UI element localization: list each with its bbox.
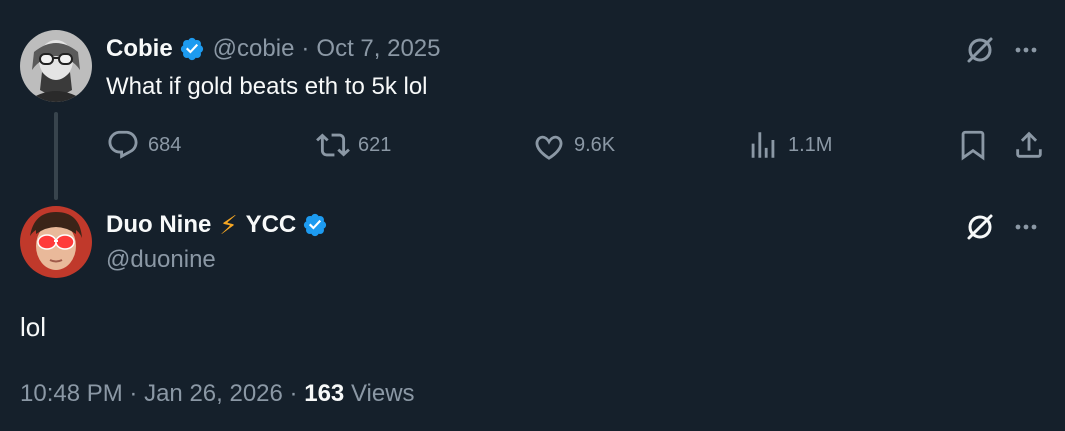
reply-tweet-header: Duo Nine ⚡ YCC [106, 209, 336, 241]
reply-tweet-top-actions [964, 211, 1042, 243]
reply-author-name[interactable]: Duo Nine [106, 211, 211, 239]
lightning-emoji: ⚡ [219, 209, 238, 240]
more-icon[interactable] [1010, 211, 1042, 243]
grok-icon[interactable] [964, 211, 996, 243]
avatar-cobie[interactable] [20, 30, 92, 102]
reply-icon [108, 130, 138, 159]
parent-tweet-header: Cobie @cobie · Oct 7, 2025 [106, 33, 441, 65]
tweet-thread: Cobie @cobie · Oct 7, 2025 What if gold … [0, 0, 1065, 431]
reply-button[interactable]: 684 [106, 128, 181, 162]
separator-dot: · [301, 35, 310, 62]
bookmark-button[interactable] [956, 128, 998, 162]
author-handle[interactable]: @cobie [213, 35, 295, 63]
thread-connector-line [54, 112, 58, 200]
parent-tweet-action-bar: 684 621 9.6K 1.1M [106, 128, 1046, 168]
reply-count: 684 [148, 133, 182, 156]
bookmark-icon [961, 130, 985, 161]
more-icon[interactable] [1010, 34, 1042, 66]
reply-author-handle[interactable]: @duonine [106, 246, 216, 274]
separator-dot: · [129, 380, 138, 407]
views-label: Views [350, 380, 415, 407]
like-count: 9.6K [574, 133, 616, 156]
tweet-date[interactable]: Jan 26, 2026 [144, 380, 283, 407]
repost-icon [316, 133, 350, 157]
grok-icon[interactable] [964, 34, 996, 66]
parent-tweet-top-actions [964, 34, 1042, 66]
avatar-duonine[interactable] [20, 206, 92, 278]
reply-author-name-suffix[interactable]: YCC [246, 211, 297, 239]
verified-badge-icon [302, 212, 328, 238]
separator-dot: · [289, 380, 298, 407]
tweet-time[interactable]: 10:48 PM [20, 380, 123, 407]
author-name[interactable]: Cobie [106, 35, 173, 63]
tweet-date[interactable]: Oct 7, 2025 [316, 35, 440, 63]
reply-tweet-text: lol [20, 312, 47, 342]
repost-count: 621 [358, 133, 392, 156]
views-count: 1.1M [788, 133, 833, 156]
parent-tweet-text: What if gold beats eth to 5k lol [106, 73, 428, 100]
repost-button[interactable]: 621 [316, 128, 391, 162]
views-count: 163 [304, 380, 345, 407]
verified-badge-icon [179, 36, 205, 62]
views-icon [751, 132, 775, 158]
heart-icon [535, 135, 563, 160]
tweet-meta: 10:48 PM · Jan 26, 2026 · 163 Views [20, 380, 415, 408]
like-button[interactable]: 9.6K [532, 128, 615, 162]
views-button[interactable]: 1.1M [746, 128, 832, 162]
share-button[interactable] [1012, 128, 1054, 162]
share-icon [1016, 131, 1042, 158]
